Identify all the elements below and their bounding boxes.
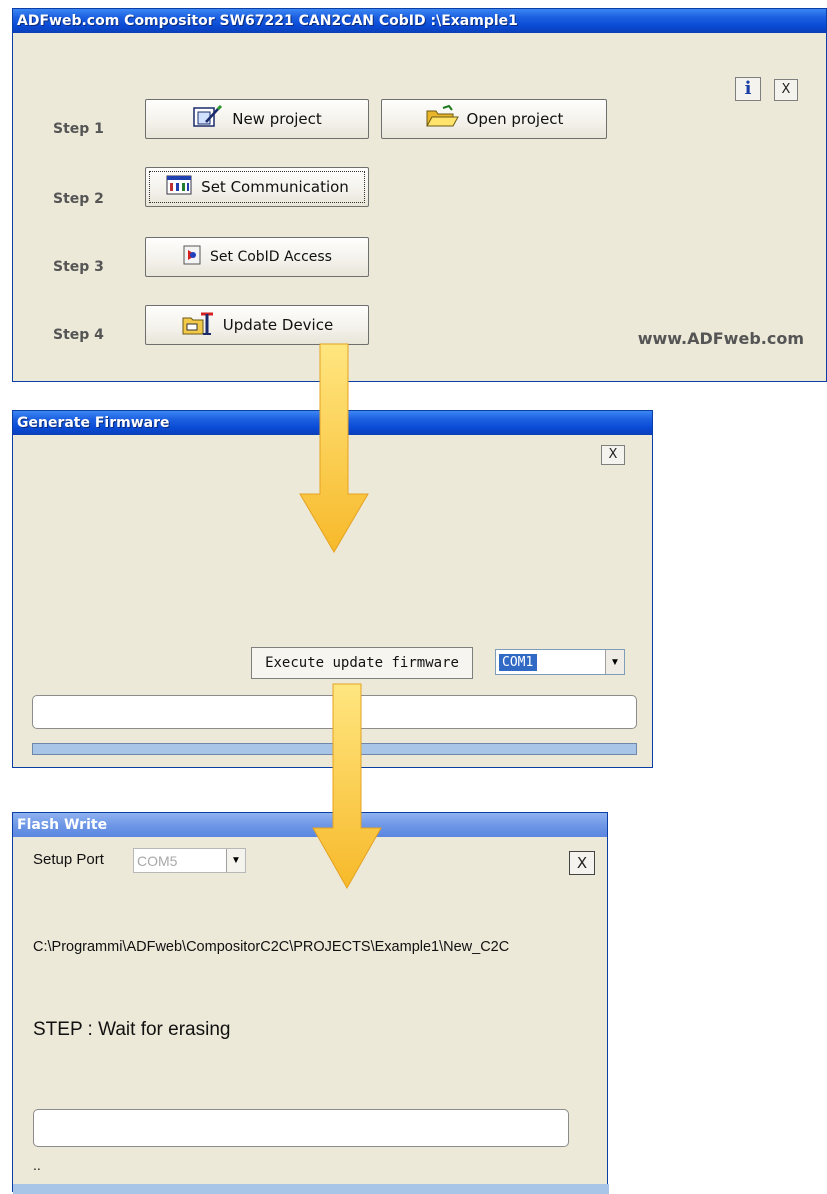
flash-write-window: Flash Write Setup Port COM5 ▼ X C:\Progr… bbox=[12, 812, 609, 1194]
new-project-icon bbox=[192, 104, 224, 133]
set-communication-button[interactable]: Set Communication bbox=[145, 167, 369, 207]
set-cobid-access-button[interactable]: Set CobID Access bbox=[145, 237, 369, 277]
com-port-value: COM1 bbox=[499, 653, 538, 671]
footer-text: .. bbox=[33, 1157, 41, 1173]
info-icon[interactable]: i bbox=[735, 77, 761, 101]
open-project-button[interactable]: Open project bbox=[381, 99, 607, 139]
com-port-select[interactable]: COM1 ▼ bbox=[495, 649, 625, 675]
setup-port-select[interactable]: COM5 ▼ bbox=[133, 848, 246, 873]
chevron-down-icon[interactable]: ▼ bbox=[605, 650, 624, 674]
file-path-text: C:\Programmi\ADFweb\CompositorC2C\PROJEC… bbox=[33, 939, 510, 955]
compositor-title-bar: ADFweb.com Compositor SW67221 CAN2CAN Co… bbox=[13, 9, 826, 33]
setup-port-value: COM5 bbox=[137, 852, 178, 869]
cobid-icon bbox=[182, 244, 202, 270]
update-device-label: Update Device bbox=[222, 316, 334, 334]
step-1-label: Step 1 bbox=[53, 121, 104, 137]
execute-update-firmware-button[interactable]: Execute update firmware bbox=[251, 647, 473, 679]
flow-arrow-icon bbox=[299, 343, 369, 553]
new-project-button[interactable]: New project bbox=[145, 99, 369, 139]
flash-status-field bbox=[33, 1109, 569, 1147]
step-4-label: Step 4 bbox=[53, 327, 104, 343]
flow-arrow-icon bbox=[312, 683, 382, 890]
close-button[interactable]: X bbox=[601, 445, 625, 465]
step-status-text: STEP : Wait for erasing bbox=[33, 1019, 231, 1040]
set-cobid-access-label: Set CobID Access bbox=[210, 249, 332, 265]
compositor-window: ADFweb.com Compositor SW67221 CAN2CAN Co… bbox=[12, 8, 827, 382]
step-3-label: Step 3 bbox=[53, 259, 104, 275]
close-button[interactable]: X bbox=[569, 851, 595, 875]
website-link[interactable]: www.ADFweb.com bbox=[638, 329, 804, 348]
update-device-button[interactable]: Update Device bbox=[145, 305, 369, 345]
step-2-label: Step 2 bbox=[53, 191, 104, 207]
update-device-icon bbox=[181, 310, 215, 340]
set-communication-label: Set Communication bbox=[201, 178, 349, 196]
folder-icon bbox=[425, 104, 459, 133]
open-project-label: Open project bbox=[466, 110, 564, 128]
close-button[interactable]: X bbox=[774, 79, 798, 101]
setup-port-label: Setup Port bbox=[33, 851, 104, 868]
new-project-label: New project bbox=[232, 110, 322, 128]
communication-icon bbox=[165, 174, 193, 200]
chevron-down-icon[interactable]: ▼ bbox=[226, 849, 245, 872]
flash-progress-bar bbox=[13, 1184, 609, 1194]
flash-write-title-bar: Flash Write bbox=[13, 813, 607, 837]
